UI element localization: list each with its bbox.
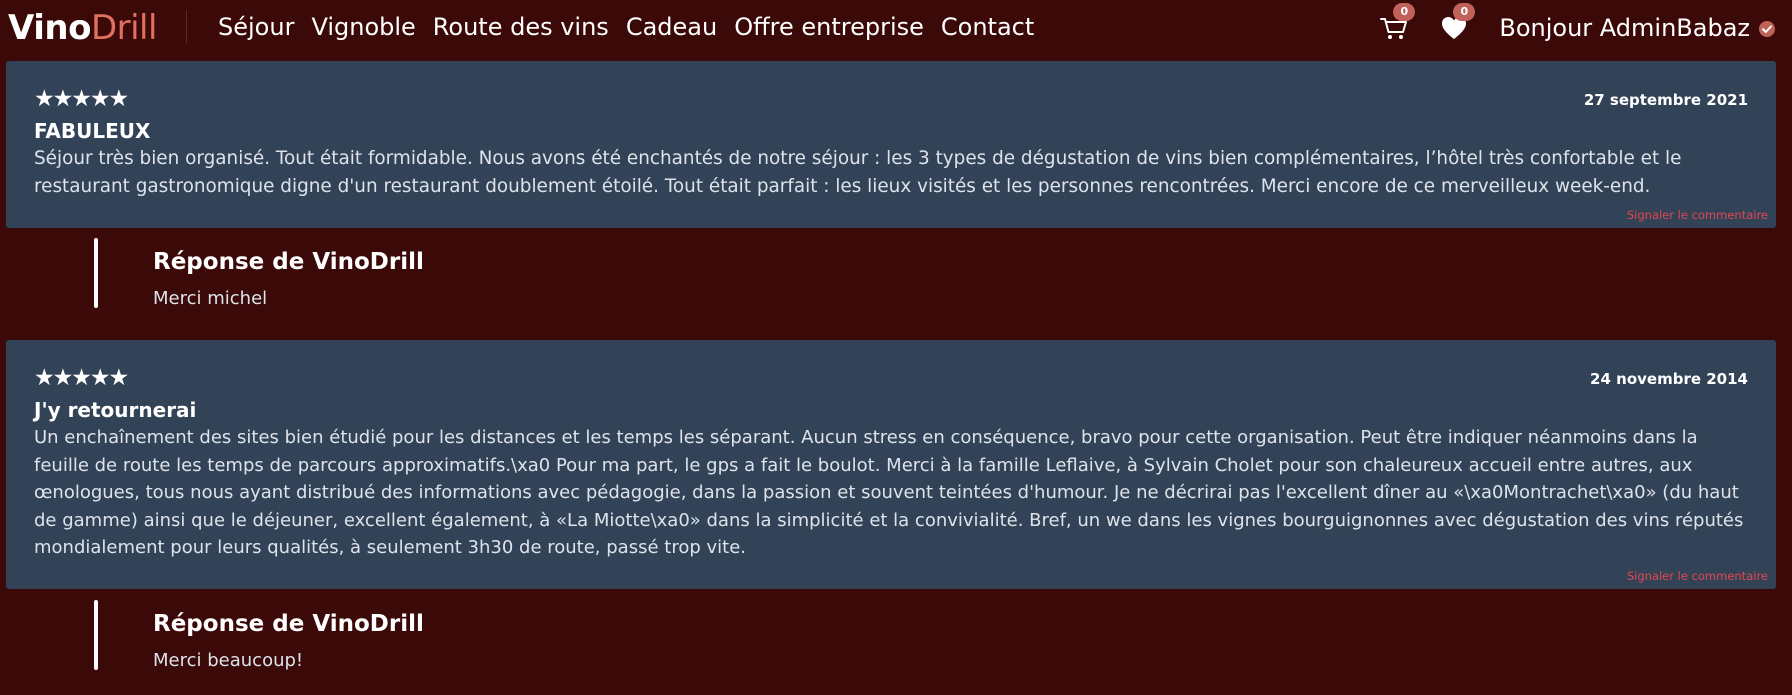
nav-link-route-des-vins[interactable]: Route des vins (433, 12, 609, 42)
star-rating: ★★★★★ (34, 365, 129, 391)
reply-text: Merci beaucoup! (153, 650, 304, 671)
review-title: J'y retournerai (34, 398, 197, 422)
site-logo[interactable]: VinoDrill (8, 6, 157, 50)
admin-reply: Réponse de VinoDrill Merci beaucoup! (94, 600, 1294, 672)
cart-count-badge: 0 (1393, 3, 1416, 21)
reply-text: Merci michel (153, 288, 268, 309)
review-card: ★★★★★ 24 novembre 2014 J'y retournerai U… (6, 340, 1776, 589)
reply-accent-bar (94, 238, 98, 308)
nav-link-cadeau[interactable]: Cadeau (626, 12, 717, 42)
user-greeting[interactable]: Bonjour AdminBabaz (1499, 13, 1776, 43)
nav-link-vignoble[interactable]: Vignoble (311, 12, 415, 42)
reply-title: Réponse de VinoDrill (153, 611, 424, 637)
main-nav: Séjour Vignoble Route des vins Cadeau Of… (218, 12, 1034, 42)
review-date: 27 septembre 2021 (1583, 91, 1748, 109)
report-comment-link[interactable]: Signaler le commentaire (1627, 569, 1768, 583)
nav-right: 0 0 Bonjour AdminBabaz (1379, 3, 1776, 48)
nav-link-contact[interactable]: Contact (941, 12, 1034, 42)
nav-link-offre-entreprise[interactable]: Offre entreprise (734, 12, 924, 42)
review-body: Séjour très bien organisé. Tout était fo… (34, 148, 1682, 197)
verified-icon (1759, 21, 1775, 37)
user-greeting-text: Bonjour AdminBabaz (1499, 14, 1750, 42)
report-comment-link[interactable]: Signaler le commentaire (1627, 208, 1768, 222)
reply-accent-bar (94, 600, 98, 670)
admin-reply: Réponse de VinoDrill Merci michel (94, 238, 1294, 310)
logo-drill: Drill (90, 8, 158, 48)
reply-title: Réponse de VinoDrill (153, 249, 424, 275)
favorites-button[interactable]: 0 (1439, 3, 1476, 43)
cart-button[interactable]: 0 (1379, 3, 1416, 43)
review-body: Un enchaînement des sites bien étudié po… (34, 427, 1744, 558)
review-date: 24 novembre 2014 (1590, 370, 1748, 388)
star-rating: ★★★★★ (34, 86, 129, 112)
logo-vino: Vino (8, 8, 91, 48)
favorites-count-badge: 0 (1453, 3, 1476, 21)
review-card: ★★★★★ 27 septembre 2021 FABULEUX Séjour … (6, 61, 1776, 228)
nav-divider (186, 10, 187, 44)
review-title: FABULEUX (34, 119, 151, 143)
nav-link-sejour[interactable]: Séjour (218, 12, 294, 42)
navbar: VinoDrill Séjour Vignoble Route des vins… (0, 0, 1792, 56)
